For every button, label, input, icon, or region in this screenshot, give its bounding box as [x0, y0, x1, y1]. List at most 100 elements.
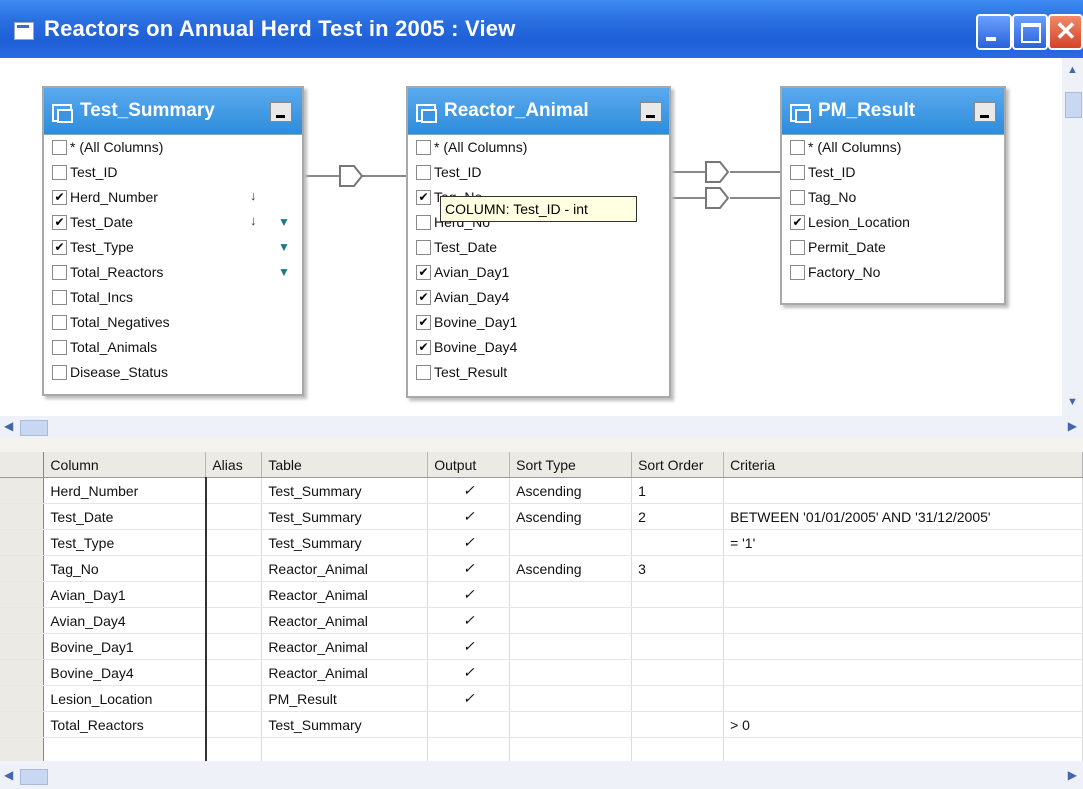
grid-cell[interactable]: Reactor_Animal [261, 659, 429, 686]
column-row[interactable]: * (All Columns) [782, 135, 1004, 160]
column-row[interactable]: Test_ID [782, 160, 1004, 185]
grid-column-header[interactable]: Table [261, 452, 429, 478]
column-checkbox[interactable]: ✔ [52, 215, 67, 230]
column-checkbox[interactable]: ✔ [416, 265, 431, 280]
grid-cell[interactable]: Ascending [509, 555, 633, 582]
grid-cell[interactable] [205, 633, 263, 660]
grid-cell[interactable] [631, 659, 725, 686]
grid-column-header[interactable]: Sort Order [631, 452, 725, 478]
column-checkbox[interactable] [52, 265, 67, 280]
grid-cell[interactable] [631, 711, 725, 738]
grid-cell[interactable]: Test_Summary [261, 477, 429, 504]
grid-cell[interactable] [631, 529, 725, 556]
grid-cell[interactable]: Avian_Day1 [43, 581, 207, 608]
grid-cell[interactable] [723, 555, 1083, 582]
grid-cell[interactable]: ✓ [427, 581, 511, 608]
grid-cell[interactable]: Test_Summary [261, 529, 429, 556]
row-selector[interactable] [0, 555, 45, 582]
scroll-thumb[interactable] [1065, 92, 1082, 118]
grid-column-header[interactable]: Sort Type [509, 452, 633, 478]
row-selector[interactable] [0, 607, 45, 634]
column-row[interactable]: * (All Columns) [44, 135, 302, 160]
column-row[interactable]: Test_Date [408, 235, 669, 260]
grid-cell[interactable]: ✓ [427, 529, 511, 556]
table-test-summary[interactable]: Test_Summary * (All Columns) Test_ID ✔ Herd… [42, 86, 304, 396]
table-minimize-button[interactable] [974, 102, 996, 122]
grid-cell[interactable] [509, 607, 633, 634]
column-row[interactable]: ✔ Test_Type ▼ [44, 235, 302, 260]
scroll-right-icon[interactable]: ▶ [1068, 768, 1077, 782]
grid-row[interactable]: Herd_Number Test_Summary ✓ Ascending 1 [0, 477, 1083, 504]
column-row[interactable]: Total_Reactors ▼ [44, 260, 302, 285]
minimize-button[interactable] [976, 14, 1012, 50]
column-row[interactable]: Total_Negatives [44, 310, 302, 335]
column-row[interactable]: ✔ Avian_Day4 [408, 285, 669, 310]
column-checkbox[interactable] [790, 240, 805, 255]
grid-column-header[interactable]: Column [43, 452, 207, 478]
row-selector[interactable] [0, 581, 45, 608]
column-row[interactable]: Disease_Status [44, 360, 302, 385]
grid-cell[interactable] [205, 737, 263, 761]
grid-cell[interactable] [205, 529, 263, 556]
column-checkbox[interactable] [416, 140, 431, 155]
table-minimize-button[interactable] [270, 102, 292, 122]
scroll-thumb[interactable] [20, 420, 48, 436]
grid-cell[interactable]: Tag_No [43, 555, 207, 582]
grid-cell[interactable]: Reactor_Animal [261, 633, 429, 660]
grid-cell[interactable] [509, 685, 633, 712]
column-row[interactable]: ✔ Bovine_Day4 [408, 335, 669, 360]
grid-cell[interactable] [427, 711, 511, 738]
column-checkbox[interactable] [790, 165, 805, 180]
grid-cell[interactable] [205, 607, 263, 634]
grid-row[interactable] [0, 737, 1083, 761]
grid-cell[interactable]: Ascending [509, 503, 633, 530]
grid-row[interactable]: Test_Date Test_Summary ✓ Ascending 2 BETWEEN … [0, 503, 1083, 530]
close-button[interactable] [1048, 14, 1083, 50]
grid-row[interactable]: Tag_No Reactor_Animal ✓ Ascending 3 [0, 555, 1083, 582]
row-selector[interactable] [0, 633, 45, 660]
grid-cell[interactable]: ✓ [427, 503, 511, 530]
column-row[interactable]: ✔ Herd_Number ↓ [44, 185, 302, 210]
column-checkbox[interactable]: ✔ [52, 190, 67, 205]
grid-cell[interactable] [723, 659, 1083, 686]
grid-cell[interactable]: Reactor_Animal [261, 581, 429, 608]
grid-cell[interactable]: 2 [631, 503, 725, 530]
column-row[interactable]: Total_Incs [44, 285, 302, 310]
grid-cell[interactable]: > 0 [723, 711, 1083, 738]
grid-row[interactable]: Avian_Day1 Reactor_Animal ✓ [0, 581, 1083, 608]
scroll-left-icon[interactable]: ◀ [4, 419, 13, 433]
row-selector[interactable] [0, 503, 45, 530]
grid-row[interactable]: Bovine_Day1 Reactor_Animal ✓ [0, 633, 1083, 660]
grid-cell[interactable]: 3 [631, 555, 725, 582]
column-checkbox[interactable] [790, 190, 805, 205]
grid-cell[interactable] [427, 737, 511, 761]
column-checkbox[interactable]: ✔ [416, 340, 431, 355]
grid-cell[interactable]: ✓ [427, 659, 511, 686]
column-row[interactable]: ✔ Avian_Day1 [408, 260, 669, 285]
row-selector[interactable] [0, 477, 45, 504]
column-row[interactable]: Total_Animals [44, 335, 302, 360]
column-checkbox[interactable]: ✔ [52, 240, 67, 255]
grid-cell[interactable] [205, 555, 263, 582]
column-checkbox[interactable] [416, 365, 431, 380]
column-row[interactable]: ✔ Lesion_Location [782, 210, 1004, 235]
row-selector[interactable] [0, 685, 45, 712]
grid-cell[interactable] [631, 581, 725, 608]
grid-row[interactable]: Total_Reactors Test_Summary > 0 [0, 711, 1083, 738]
column-checkbox[interactable] [52, 290, 67, 305]
column-checkbox[interactable]: ✔ [416, 315, 431, 330]
column-row[interactable]: Tag_No [782, 185, 1004, 210]
column-checkbox[interactable] [52, 365, 67, 380]
grid-cell[interactable] [43, 737, 207, 761]
grid-cell[interactable] [723, 607, 1083, 634]
grid-cell[interactable] [631, 607, 725, 634]
grid-cell[interactable]: BETWEEN '01/01/2005' AND '31/12/2005' [723, 503, 1083, 530]
grid-row[interactable]: Avian_Day4 Reactor_Animal ✓ [0, 607, 1083, 634]
diagram-vertical-scrollbar[interactable]: ▲ ▼ [1062, 58, 1083, 416]
grid-column-header[interactable]: Output [427, 452, 511, 478]
grid-cell[interactable]: ✓ [427, 555, 511, 582]
diagram-horizontal-scrollbar[interactable]: ◀ ▶ [0, 416, 1083, 438]
grid-cell[interactable] [631, 633, 725, 660]
column-row[interactable]: Factory_No [782, 260, 1004, 285]
column-row[interactable]: ✔ Bovine_Day1 [408, 310, 669, 335]
